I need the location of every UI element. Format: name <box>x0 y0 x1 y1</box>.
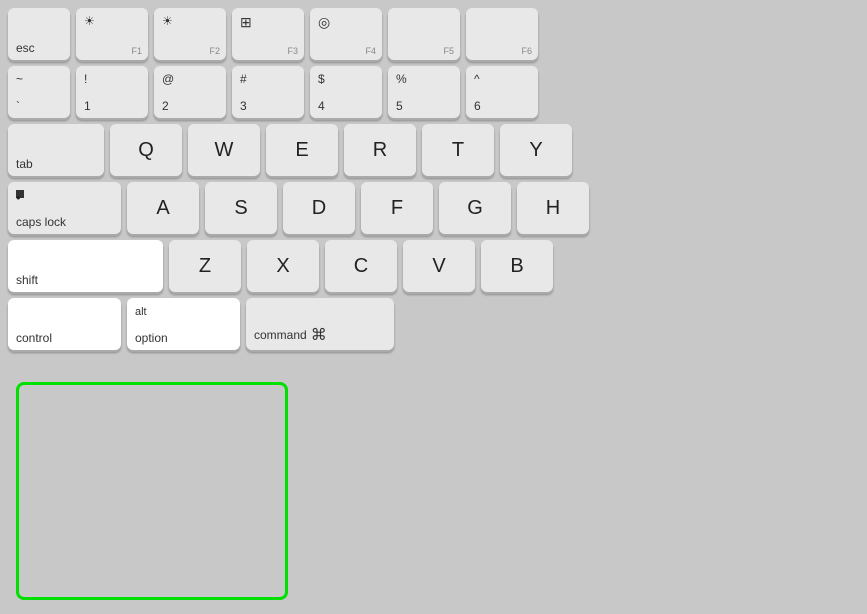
key-shift-left[interactable]: shift <box>8 240 163 292</box>
f1-icon: ☀ <box>84 14 95 28</box>
f6-label: F6 <box>521 46 532 56</box>
key-f4[interactable]: ◎ F4 <box>310 8 382 60</box>
key-a[interactable]: A <box>127 182 199 234</box>
key2-bottom: 2 <box>162 99 169 113</box>
x-label: X <box>276 255 289 278</box>
z-label: Z <box>199 255 211 278</box>
f3-icon: ⊞ <box>240 14 252 31</box>
key-tab[interactable]: tab <box>8 124 104 176</box>
key-esc[interactable]: esc <box>8 8 70 60</box>
d-label: D <box>312 197 326 220</box>
key1-bottom: 1 <box>84 99 91 113</box>
w-label: W <box>215 139 234 162</box>
v-label: V <box>432 255 445 278</box>
key3-bottom: 3 <box>240 99 247 113</box>
number-row: ~ ` ! 1 @ 2 # 3 $ 4 % 5 ^ 6 <box>8 66 859 118</box>
key-b[interactable]: B <box>481 240 553 292</box>
key-alt[interactable]: alt option <box>127 298 240 350</box>
key-e[interactable]: E <box>266 124 338 176</box>
key1-top: ! <box>84 72 87 86</box>
key6-bottom: 6 <box>474 99 481 113</box>
f2-icon: ☀ <box>162 14 173 28</box>
key-1[interactable]: ! 1 <box>76 66 148 118</box>
c-label: C <box>354 255 368 278</box>
a-label: A <box>156 197 169 220</box>
key-f6[interactable]: F6 <box>466 8 538 60</box>
key-4[interactable]: $ 4 <box>310 66 382 118</box>
caps-label: caps lock <box>16 215 66 229</box>
tilde-top: ~ <box>16 72 23 86</box>
key-caps-lock[interactable]: • caps lock <box>8 182 121 234</box>
caps-dot: • <box>16 190 24 198</box>
bottom-row: control alt option command ⌘ <box>8 298 859 350</box>
b-label: B <box>510 255 523 278</box>
h-label: H <box>546 197 560 220</box>
key5-top: % <box>396 72 407 86</box>
keyboard: esc ☀ F1 ☀ F2 ⊞ F3 ◎ F4 F5 F6 ~ ` <box>0 0 867 614</box>
fn-row: esc ☀ F1 ☀ F2 ⊞ F3 ◎ F4 F5 F6 <box>8 8 859 60</box>
key-f[interactable]: F <box>361 182 433 234</box>
key4-bottom: 4 <box>318 99 325 113</box>
key-y[interactable]: Y <box>500 124 572 176</box>
esc-label: esc <box>16 41 35 55</box>
g-label: G <box>467 197 483 220</box>
key-z[interactable]: Z <box>169 240 241 292</box>
key-h[interactable]: H <box>517 182 589 234</box>
key6-top: ^ <box>474 72 480 86</box>
key-f2[interactable]: ☀ F2 <box>154 8 226 60</box>
tab-label: tab <box>16 157 33 171</box>
key2-top: @ <box>162 72 174 86</box>
key4-top: $ <box>318 72 325 86</box>
key-tilde[interactable]: ~ ` <box>8 66 70 118</box>
f4-icon: ◎ <box>318 14 330 31</box>
key-v[interactable]: V <box>403 240 475 292</box>
key-c[interactable]: C <box>325 240 397 292</box>
shift-row: shift Z X C V B <box>8 240 859 292</box>
control-label: control <box>16 331 52 345</box>
e-label: E <box>295 139 308 162</box>
command-label: command ⌘ <box>254 325 327 345</box>
key-5[interactable]: % 5 <box>388 66 460 118</box>
option-label: option <box>135 331 168 345</box>
t-label: T <box>452 139 464 162</box>
r-label: R <box>373 139 387 162</box>
f3-label: F3 <box>287 46 298 56</box>
key-q[interactable]: Q <box>110 124 182 176</box>
shift-label: shift <box>16 273 38 287</box>
key-f5[interactable]: F5 <box>388 8 460 60</box>
f5-label: F5 <box>443 46 454 56</box>
key-g[interactable]: G <box>439 182 511 234</box>
y-label: Y <box>529 139 542 162</box>
f-label: F <box>391 197 403 220</box>
key3-top: # <box>240 72 247 86</box>
key-6[interactable]: ^ 6 <box>466 66 538 118</box>
f4-label: F4 <box>365 46 376 56</box>
key5-bottom: 5 <box>396 99 403 113</box>
alt-label: alt <box>135 306 147 318</box>
key-t[interactable]: T <box>422 124 494 176</box>
s-label: S <box>234 197 247 220</box>
highlight-modifier-keys <box>16 382 288 600</box>
f2-label: F2 <box>209 46 220 56</box>
tab-row: tab Q W E R T Y <box>8 124 859 176</box>
key-command[interactable]: command ⌘ <box>246 298 394 350</box>
key-d[interactable]: D <box>283 182 355 234</box>
q-label: Q <box>138 139 154 162</box>
tilde-bottom: ` <box>16 99 20 113</box>
f1-label: F1 <box>131 46 142 56</box>
key-3[interactable]: # 3 <box>232 66 304 118</box>
key-2[interactable]: @ 2 <box>154 66 226 118</box>
key-r[interactable]: R <box>344 124 416 176</box>
caps-row: • caps lock A S D F G H <box>8 182 859 234</box>
key-control[interactable]: control <box>8 298 121 350</box>
key-x[interactable]: X <box>247 240 319 292</box>
key-w[interactable]: W <box>188 124 260 176</box>
key-s[interactable]: S <box>205 182 277 234</box>
key-f1[interactable]: ☀ F1 <box>76 8 148 60</box>
key-f3[interactable]: ⊞ F3 <box>232 8 304 60</box>
